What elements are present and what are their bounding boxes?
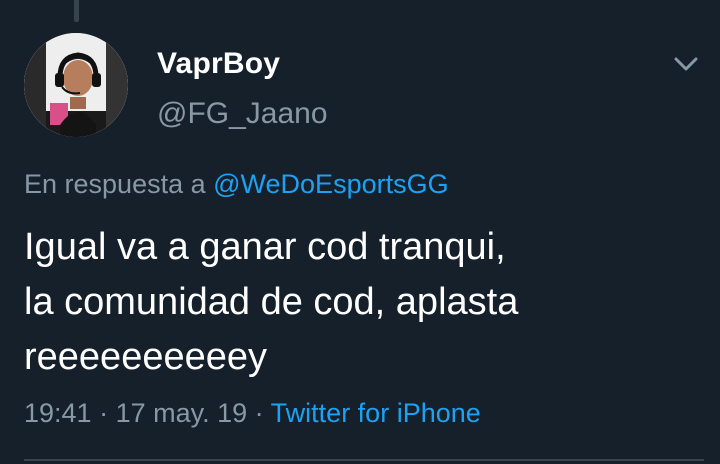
chevron-down-icon [674,57,698,71]
tweet-metadata: 19:41 · 17 may. 19 · Twitter for iPhone [24,396,481,430]
tweet-detail: VaprBoy @FG_Jaano En respuesta a @WeDoEs… [0,0,720,464]
tweet-text-line: reeeeeeeeeey [24,336,267,378]
thread-connector-line [74,0,79,22]
reply-context: En respuesta a @WeDoEsportsGG [24,167,449,201]
reply-mention-link[interactable]: @WeDoEsportsGG [213,169,448,199]
avatar[interactable] [24,33,128,137]
meta-separator: · [247,398,271,428]
tweet-date: 17 may. 19 [115,398,248,428]
tweet-time: 19:41 [24,398,92,428]
divider [24,459,704,461]
author-display-name[interactable]: VaprBoy [157,46,280,82]
tweet-text-line: la comunidad de cod, aplasta [24,281,519,323]
author-handle[interactable]: @FG_Jaano [157,96,328,132]
reply-prefix: En respuesta a [24,169,214,199]
avatar-image [24,33,128,137]
tweet-text-line: Igual va a ganar cod tranqui, [24,226,506,268]
tweet-text: Igual va a ganar cod tranqui, la comunid… [24,220,694,385]
meta-separator: · [91,398,116,428]
tweet-source-link[interactable]: Twitter for iPhone [271,398,481,428]
tweet-options-button[interactable] [664,44,708,84]
